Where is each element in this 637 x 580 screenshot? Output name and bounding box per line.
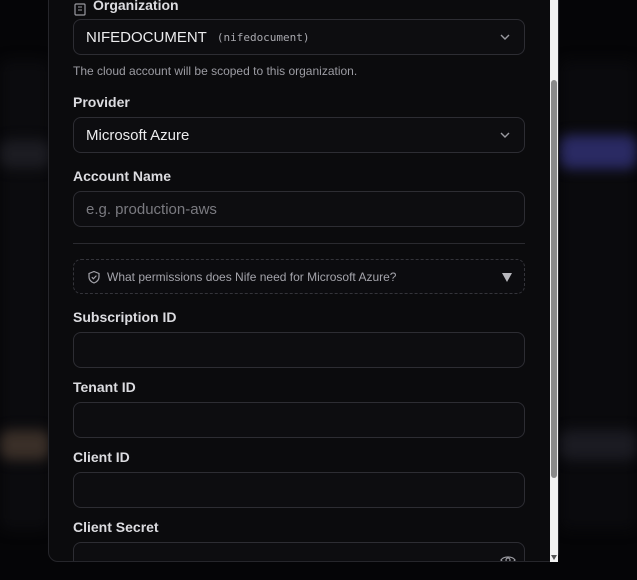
scrollbar-thumb[interactable]	[551, 80, 557, 478]
chevron-down-icon	[500, 132, 510, 138]
client-id-input[interactable]	[73, 472, 525, 508]
organization-selected-name: NIFEDOCUMENT	[86, 28, 207, 46]
client-secret-label: Client Secret	[73, 519, 159, 535]
add-cloud-account-modal: Organization NIFEDOCUMENT (nifedocument)…	[48, 0, 559, 562]
provider-select[interactable]: Microsoft Azure	[73, 117, 525, 153]
organization-label: Organization	[93, 0, 179, 13]
triangle-down-icon	[502, 273, 512, 282]
permissions-disclosure[interactable]: What permissions does Nife need for Micr…	[73, 259, 525, 294]
account-name-placeholder: e.g. production-aws	[86, 200, 217, 218]
organization-selected-slug: (nifedocument)	[216, 30, 310, 44]
subscription-id-input[interactable]	[73, 332, 525, 368]
subscription-id-label: Subscription ID	[73, 309, 177, 325]
permissions-text: What permissions does Nife need for Micr…	[107, 269, 397, 284]
eye-icon[interactable]	[500, 553, 516, 562]
provider-selected: Microsoft Azure	[86, 126, 190, 144]
provider-label: Provider	[73, 94, 130, 110]
client-id-label: Client ID	[73, 449, 130, 465]
modal-scrollbar[interactable]	[550, 0, 558, 562]
client-secret-input[interactable]	[73, 542, 525, 562]
account-name-input[interactable]: e.g. production-aws	[73, 191, 525, 227]
tenant-id-input[interactable]	[73, 402, 525, 438]
chevron-down-icon	[500, 34, 510, 40]
organization-select[interactable]: NIFEDOCUMENT (nifedocument)	[73, 19, 525, 55]
shield-icon	[88, 270, 100, 284]
organization-help-text: The cloud account will be scoped to this…	[73, 64, 358, 78]
tenant-id-label: Tenant ID	[73, 379, 136, 395]
building-icon	[74, 3, 86, 16]
scroll-down-arrow[interactable]	[551, 555, 557, 560]
account-name-label: Account Name	[73, 168, 172, 184]
section-divider	[73, 243, 525, 244]
